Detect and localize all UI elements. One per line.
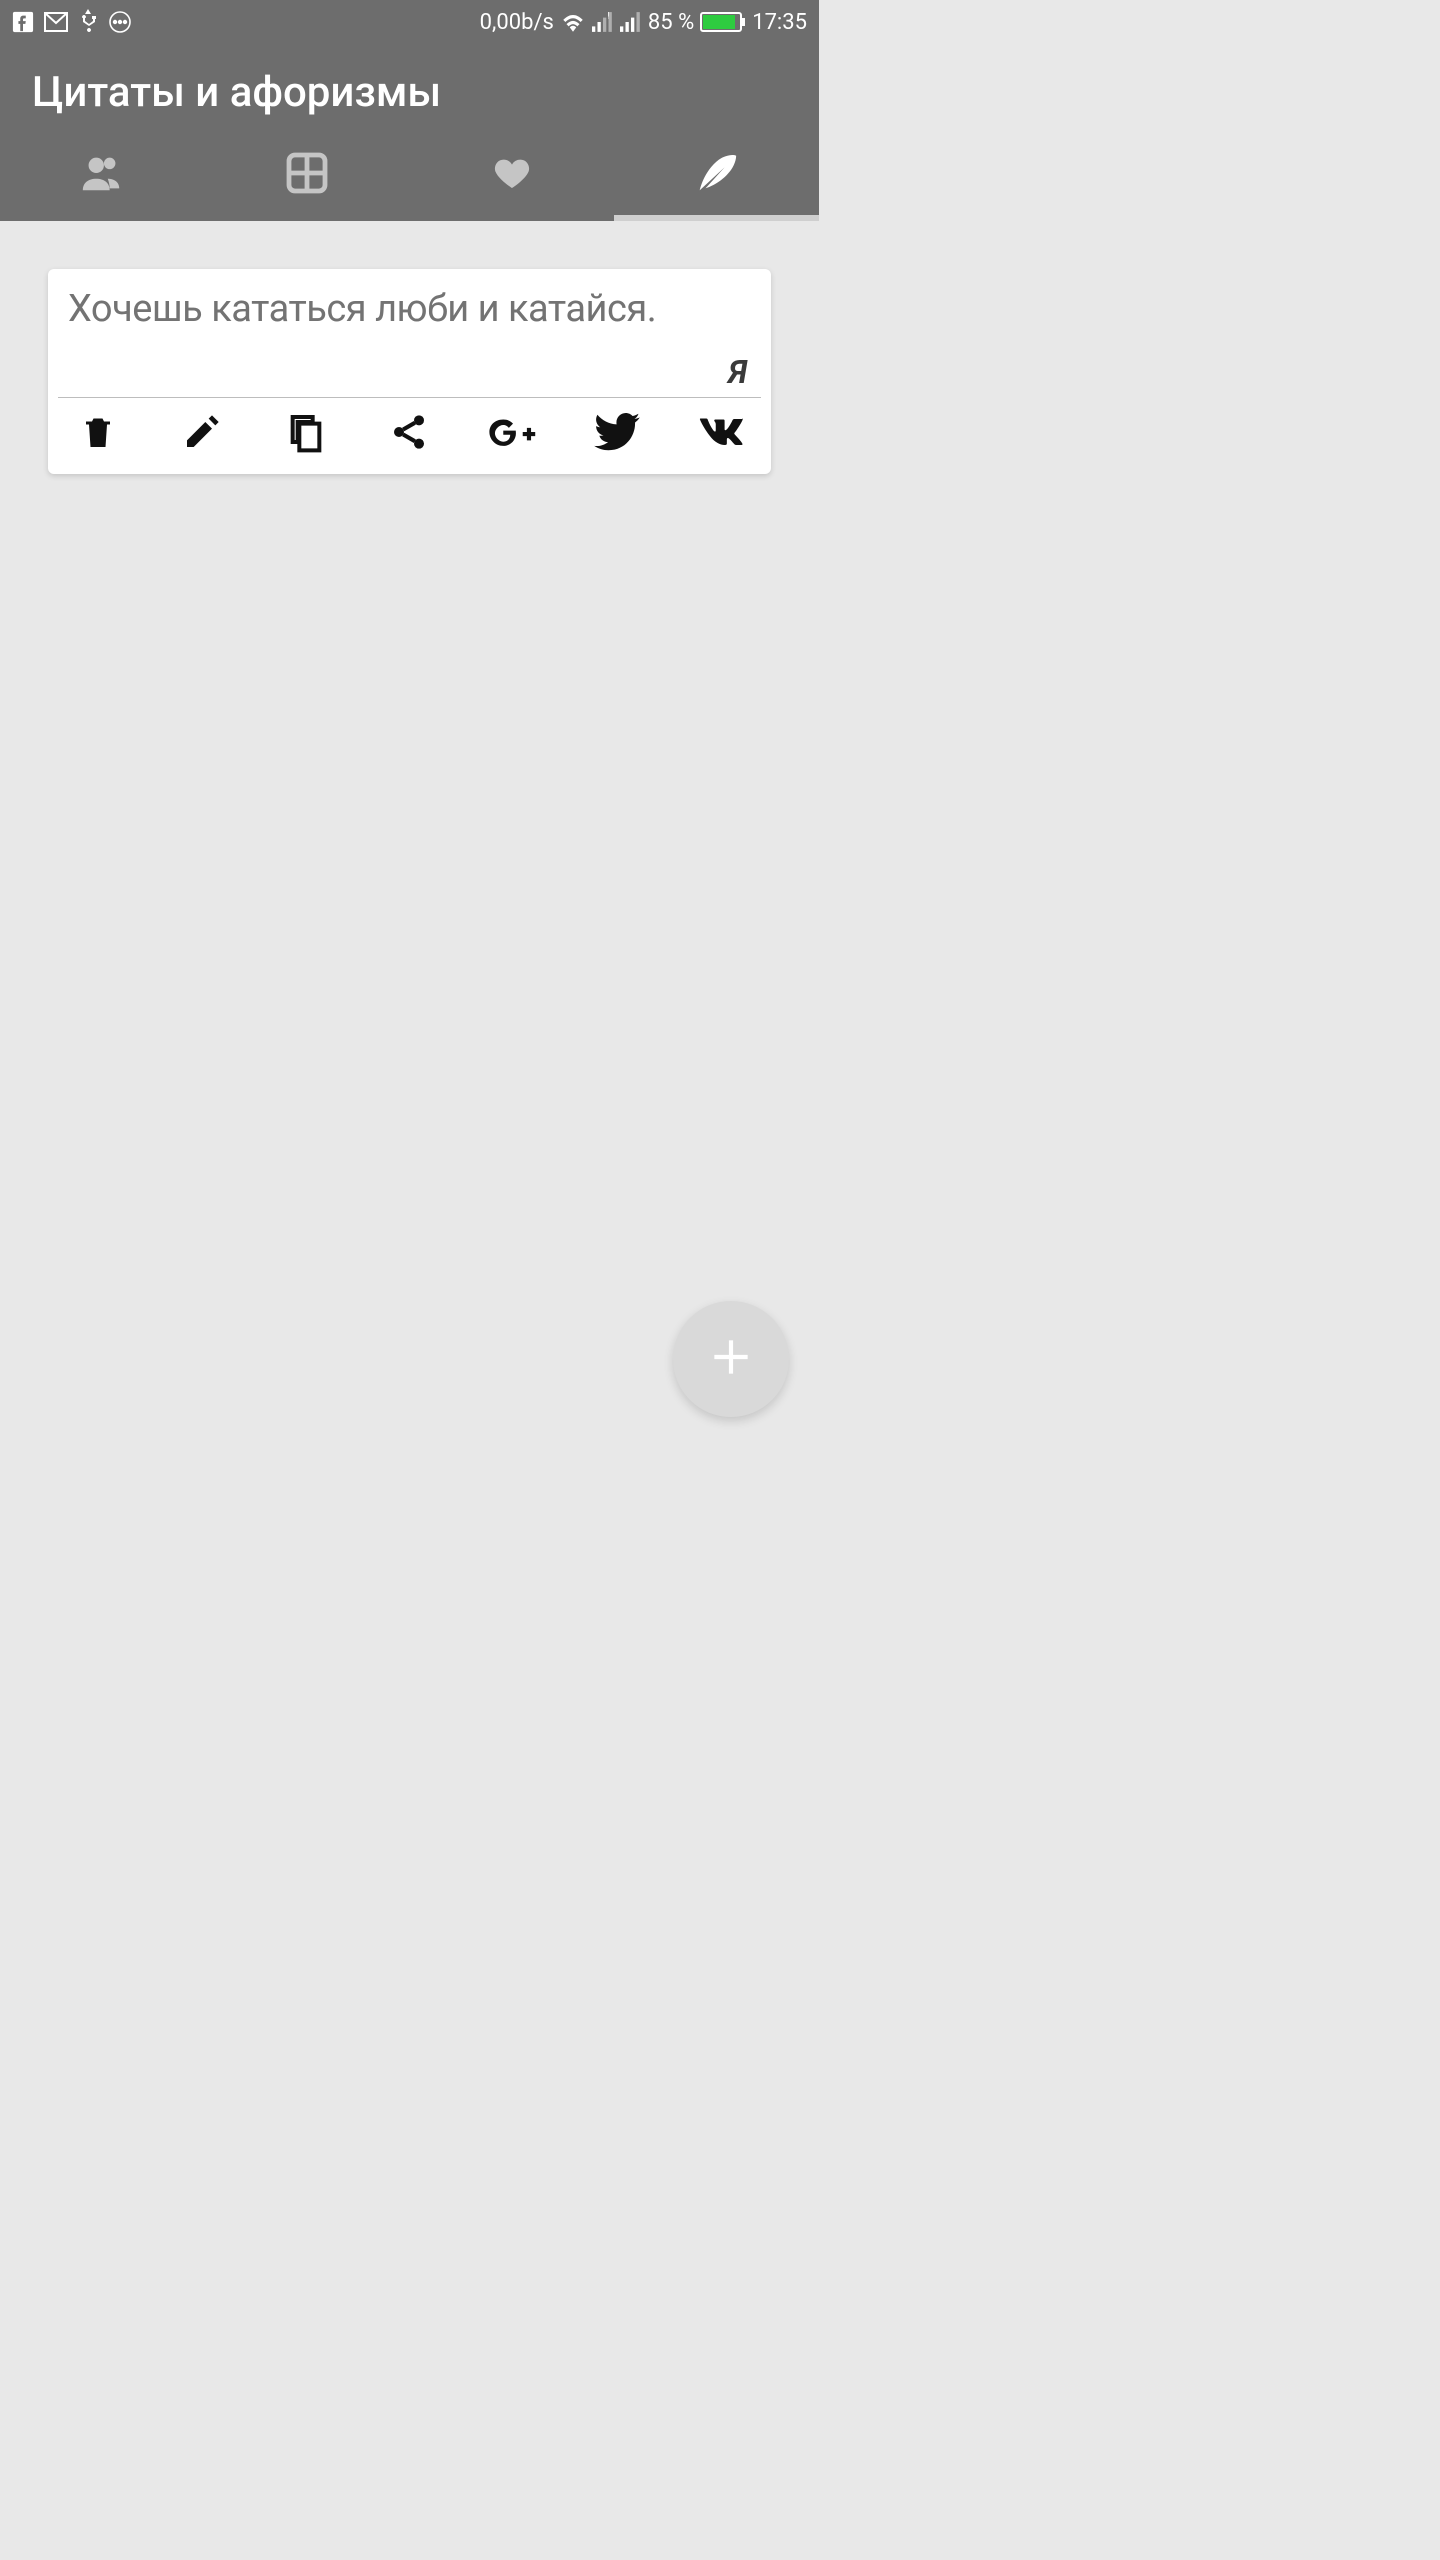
signal-1-icon: ! xyxy=(592,12,614,32)
status-left xyxy=(12,9,132,35)
content: Хочешь кататься люби и катайся. Я xyxy=(0,221,819,1447)
share-button[interactable] xyxy=(383,408,435,460)
twitter-button[interactable] xyxy=(591,408,643,460)
edit-button[interactable] xyxy=(176,408,228,460)
app-bar: Цитаты и афоризмы xyxy=(0,44,819,129)
signal-2-icon xyxy=(620,12,642,32)
usb-icon xyxy=(78,9,98,35)
tab-people[interactable] xyxy=(0,129,205,221)
svg-text:!: ! xyxy=(607,12,609,22)
plus-icon xyxy=(706,1332,756,1386)
battery-percent: 85 % xyxy=(648,10,694,35)
page-title: Цитаты и афоризмы xyxy=(32,68,787,117)
googleplus-icon xyxy=(488,415,538,453)
quote-text: Хочешь кататься люби и катайся. xyxy=(64,287,755,331)
clock: 17:35 xyxy=(752,10,807,35)
tab-bar xyxy=(0,129,819,221)
grid-icon xyxy=(283,149,331,201)
net-speed: 0,00b/s xyxy=(480,10,554,35)
more-icon xyxy=(108,10,132,34)
copy-icon xyxy=(286,410,326,458)
googleplus-button[interactable] xyxy=(487,408,539,460)
delete-button[interactable] xyxy=(72,408,124,460)
trash-icon xyxy=(80,411,116,457)
share-icon xyxy=(389,412,429,456)
vk-button[interactable] xyxy=(695,408,747,460)
gmail-icon xyxy=(44,12,68,32)
status-bar: 0,00b/s ! 85 % 17:35 xyxy=(0,0,819,44)
heart-icon xyxy=(490,153,534,197)
copy-button[interactable] xyxy=(280,408,332,460)
facebook-icon xyxy=(12,11,34,33)
tab-my-quotes[interactable] xyxy=(614,129,819,221)
pencil-icon xyxy=(182,412,222,456)
card-divider xyxy=(58,397,761,398)
status-right: 0,00b/s ! 85 % 17:35 xyxy=(480,10,807,35)
quote-card: Хочешь кататься люби и катайся. Я xyxy=(48,269,771,474)
twitter-icon xyxy=(594,413,640,455)
feather-icon xyxy=(694,150,740,200)
battery-icon xyxy=(700,11,746,33)
wifi-icon xyxy=(560,12,586,32)
add-quote-fab[interactable] xyxy=(673,1301,789,1417)
vk-icon xyxy=(697,417,745,451)
people-icon xyxy=(77,150,127,200)
tab-categories[interactable] xyxy=(205,129,410,221)
tab-favorites[interactable] xyxy=(410,129,615,221)
quote-author: Я xyxy=(64,353,755,391)
action-row xyxy=(64,408,755,460)
